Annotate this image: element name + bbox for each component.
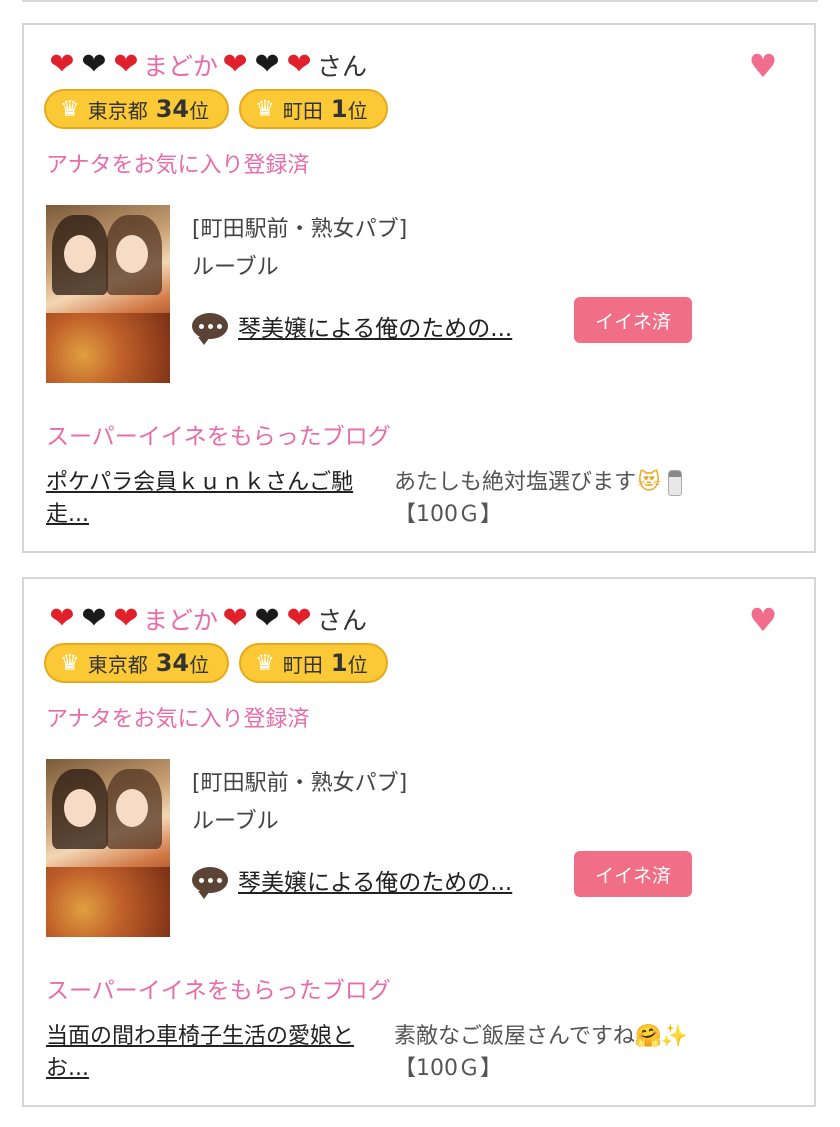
blog-comment-text: あたしも絶対塩選びます	[394, 470, 637, 495]
rank-badges: ♛ 東京都 34 位 ♛ 町田 1 位	[44, 643, 388, 683]
red-heart-icon: ❤	[49, 601, 75, 636]
shop-category: [町田駅前・熟女パブ]	[192, 771, 408, 796]
user-name[interactable]: まどか	[143, 47, 218, 83]
blog-comment: 素敵なご飯屋さんですね🤗✨ 【100Ｇ】	[394, 1021, 774, 1085]
speech-bubble-icon	[192, 867, 228, 899]
rank-badge-tokyo[interactable]: ♛ 東京都 34 位	[44, 89, 230, 129]
user-name-row[interactable]: ❤ ❤ ❤ まどか ❤ ❤ ❤ さん	[46, 599, 367, 639]
post-row: 琴美嬢による俺のための...	[192, 309, 512, 345]
favorite-heart-icon[interactable]: ♥	[748, 50, 778, 82]
rank-number: 34	[155, 649, 190, 677]
crown-icon: ♛	[255, 650, 275, 676]
black-heart-icon: ❤	[254, 601, 280, 636]
favorite-status: アナタをお気に入り登録済	[46, 707, 310, 732]
blog-reward: 【100Ｇ】	[394, 502, 502, 527]
heart-decoration-after: ❤ ❤ ❤	[219, 603, 315, 635]
shop-category: [町田駅前・熟女パブ]	[192, 217, 408, 242]
shop-name: ルーブル	[192, 255, 279, 280]
red-heart-icon: ❤	[286, 47, 312, 82]
rank-badge-machida[interactable]: ♛ 町田 1 位	[239, 89, 388, 129]
rank-area: 町田	[282, 652, 323, 677]
user-name-row[interactable]: ❤ ❤ ❤ まどか ❤ ❤ ❤ さん	[46, 45, 367, 85]
red-heart-icon: ❤	[286, 601, 312, 636]
blog-title-link[interactable]: ポケパラ会員ｋｕｎｋさんご馳走...	[46, 467, 376, 531]
rank-number: 34	[155, 95, 190, 123]
rank-badge-machida[interactable]: ♛ 町田 1 位	[239, 643, 388, 683]
red-heart-icon: ❤	[222, 601, 248, 636]
rank-badge-tokyo[interactable]: ♛ 東京都 34 位	[44, 643, 230, 683]
black-heart-icon: ❤	[254, 47, 280, 82]
crown-icon: ♛	[255, 96, 275, 122]
iine-button[interactable]: イイネ済	[574, 297, 692, 343]
sparkles-icon: ✨	[660, 1024, 689, 1049]
rank-area: 東京都	[87, 98, 148, 123]
cast-photo[interactable]	[46, 205, 170, 383]
cast-photo[interactable]	[46, 759, 170, 937]
speech-bubble-icon	[192, 313, 228, 345]
rank-unit: 位	[189, 652, 210, 677]
post-title-link[interactable]: 琴美嬢による俺のための...	[238, 309, 512, 343]
top-divider	[22, 0, 818, 2]
black-heart-icon: ❤	[81, 601, 107, 636]
salt-shaker-icon	[668, 470, 683, 496]
rank-area: 東京都	[87, 652, 148, 677]
red-heart-icon: ❤	[113, 47, 139, 82]
blog-comment: あたしも絶対塩選びます😻 【100Ｇ】	[394, 467, 774, 531]
red-heart-icon: ❤	[49, 47, 75, 82]
heart-decoration-after: ❤ ❤ ❤	[219, 49, 315, 81]
rank-unit: 位	[189, 98, 210, 123]
blog-comment-text: 素敵なご飯屋さんですね	[394, 1024, 635, 1049]
rank-area: 町田	[282, 98, 323, 123]
red-heart-icon: ❤	[222, 47, 248, 82]
iine-button[interactable]: イイネ済	[574, 851, 692, 897]
heart-decoration-before: ❤ ❤ ❤	[46, 49, 142, 81]
super-iine-heading: スーパーイイネをもらったブログ	[46, 424, 391, 450]
favorite-status: アナタをお気に入り登録済	[46, 153, 310, 178]
hugging-face-icon: 🤗	[634, 1024, 663, 1049]
rank-number: 1	[330, 95, 348, 123]
heart-eyes-cat-icon: 😻	[637, 470, 661, 495]
blog-reward: 【100Ｇ】	[394, 1056, 502, 1081]
crown-icon: ♛	[60, 650, 80, 676]
blog-title-link[interactable]: 当面の間わ車椅子生活の愛娘とお...	[46, 1021, 376, 1085]
honorific-suffix: さん	[317, 52, 368, 81]
post-title-link[interactable]: 琴美嬢による俺のための...	[238, 863, 512, 897]
post-row: 琴美嬢による俺のための...	[192, 863, 512, 899]
user-card: ♥ ❤ ❤ ❤ まどか ❤ ❤ ❤ さん ♛ 東京都 34 位 ♛ 町田 1 位 アナタ…	[22, 23, 816, 553]
black-heart-icon: ❤	[81, 47, 107, 82]
user-card: ♥ ❤ ❤ ❤ まどか ❤ ❤ ❤ さん ♛ 東京都 34 位 ♛ 町田 1 位 アナタ…	[22, 577, 816, 1107]
rank-unit: 位	[347, 98, 368, 123]
rank-unit: 位	[347, 652, 368, 677]
super-iine-heading: スーパーイイネをもらったブログ	[46, 978, 391, 1004]
favorite-heart-icon[interactable]: ♥	[748, 604, 778, 636]
rank-number: 1	[330, 649, 348, 677]
rank-badges: ♛ 東京都 34 位 ♛ 町田 1 位	[44, 89, 388, 129]
crown-icon: ♛	[60, 96, 80, 122]
user-name[interactable]: まどか	[143, 601, 218, 637]
honorific-suffix: さん	[317, 606, 368, 635]
shop-name: ルーブル	[192, 809, 279, 834]
red-heart-icon: ❤	[113, 601, 139, 636]
heart-decoration-before: ❤ ❤ ❤	[46, 603, 142, 635]
